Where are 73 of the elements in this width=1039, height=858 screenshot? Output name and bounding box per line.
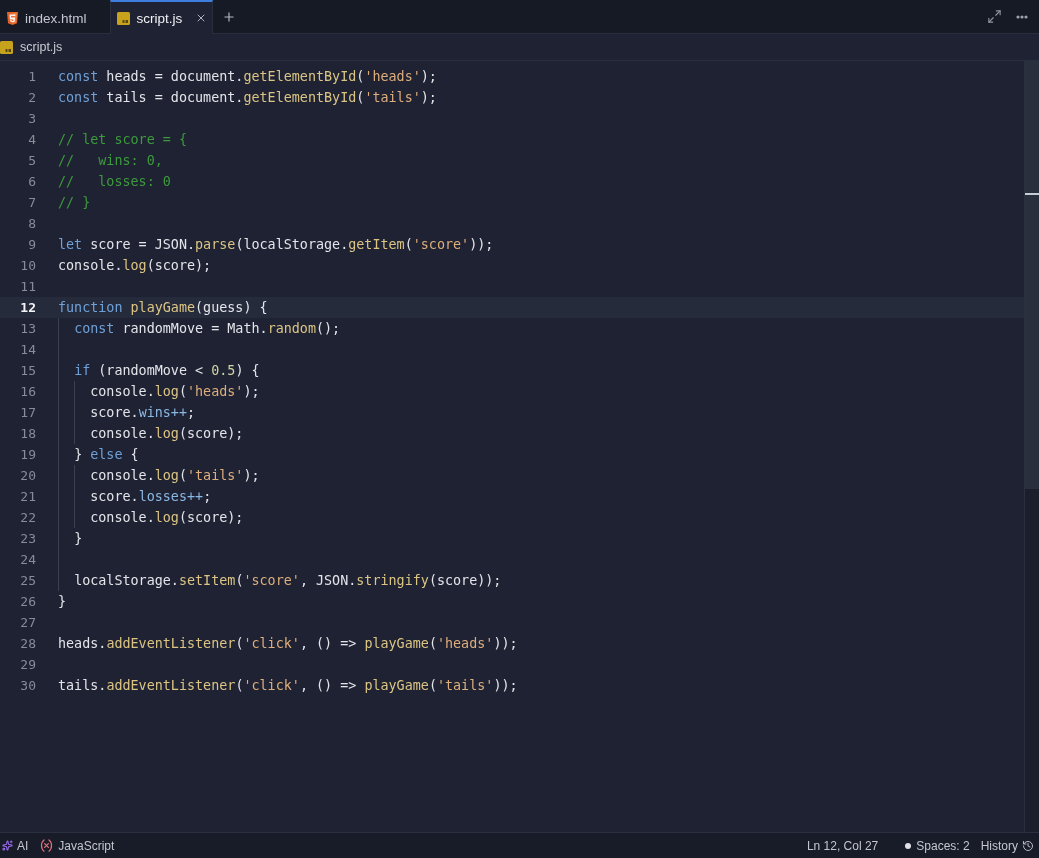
line-number: 13 [19, 321, 36, 336]
code-line: if (randomMove < 0.5) { [74, 363, 260, 378]
ellipsis-icon [1016, 14, 1028, 19]
dot-icon [905, 842, 912, 849]
line-number: 16 [19, 384, 36, 399]
code-line: score.losses++; [90, 489, 212, 504]
code-line: function playGame(guess) { [58, 300, 268, 315]
line-number: 26 [19, 594, 36, 609]
code-line: let score = JSON.parse(localStorage.getItem('score')); [58, 237, 494, 252]
line-number: 15 [19, 363, 36, 378]
code-line: localStorage.setItem('score', JSON.stringify(score)); [74, 573, 502, 588]
indentation-button[interactable]: Spaces: 2 [905, 838, 970, 853]
code-line: } [58, 594, 67, 609]
line-number: 2 [27, 90, 36, 105]
line-number: 24 [19, 552, 36, 567]
code-line: console.log('tails'); [90, 468, 260, 483]
language-button[interactable]: JavaScript [39, 838, 115, 853]
line-number: 8 [27, 216, 36, 231]
line-number: 28 [19, 636, 36, 651]
line-number: 6 [27, 174, 36, 189]
code-line: heads.addEventListener('click', () => playGame('heads')); [58, 636, 518, 651]
line-number: 22 [19, 510, 36, 525]
history-button[interactable]: History [980, 838, 1034, 853]
line-number: 9 [27, 237, 36, 252]
line-number: 7 [27, 195, 36, 210]
braces-icon [39, 838, 55, 853]
line-number: 19 [19, 447, 36, 462]
code-line: const heads = document.getElementById('heads'); [58, 69, 437, 84]
code-line: const tails = document.getElementById('tails'); [58, 90, 437, 105]
line-number: 11 [19, 279, 36, 294]
line-number: 21 [19, 489, 36, 504]
html-file-icon [7, 11, 18, 25]
line-number: 25 [19, 573, 36, 588]
code-line: tails.addEventListener('click', () => playGame('tails')); [58, 678, 518, 693]
history-icon [1022, 839, 1034, 852]
file-tab[interactable]: index.html [0, 0, 110, 34]
code-line: const randomMove = Math.random(); [74, 321, 341, 336]
line-number: 23 [19, 531, 36, 546]
line-number: 17 [19, 405, 36, 420]
line-number: 10 [19, 258, 36, 273]
line-number: 30 [19, 678, 36, 693]
code-line: score.wins++; [90, 405, 196, 420]
line-number: 12 [19, 300, 36, 315]
cursor-marker [1025, 193, 1039, 195]
js-file-icon [0, 40, 13, 54]
expand-icon [986, 9, 1002, 24]
line-number: 1 [27, 69, 36, 84]
code-line: console.log(score); [90, 426, 244, 441]
cursor-position-button[interactable]: Ln 12, Col 27 [806, 838, 879, 853]
code-line: } else { [74, 447, 139, 462]
scrollbar-thumb[interactable] [1025, 61, 1039, 489]
code-line: // losses: 0 [58, 174, 171, 189]
line-number: 18 [19, 426, 36, 441]
line-number: 14 [19, 342, 36, 357]
file-tab[interactable]: script.js [109, 0, 214, 34]
ai-button[interactable]: AI [2, 838, 29, 853]
plus-icon [222, 9, 237, 24]
code-line: } [74, 531, 83, 546]
line-number: 3 [27, 111, 36, 126]
code-line: console.log('heads'); [90, 384, 260, 399]
line-number: 20 [19, 468, 36, 483]
code-line: console.log(score); [90, 510, 244, 525]
line-number: 27 [19, 615, 36, 630]
code-line: // let score = { [58, 132, 187, 147]
line-number: 29 [19, 657, 36, 672]
code-line: console.log(score); [58, 258, 212, 273]
js-file-icon [116, 11, 130, 25]
line-number: 5 [27, 153, 36, 168]
line-number: 4 [27, 132, 36, 147]
breadcrumb-item[interactable]: script.js [0, 40, 63, 54]
code-line: // wins: 0, [58, 153, 163, 168]
sparkle-icon [2, 840, 13, 851]
code-line: // } [58, 195, 91, 210]
